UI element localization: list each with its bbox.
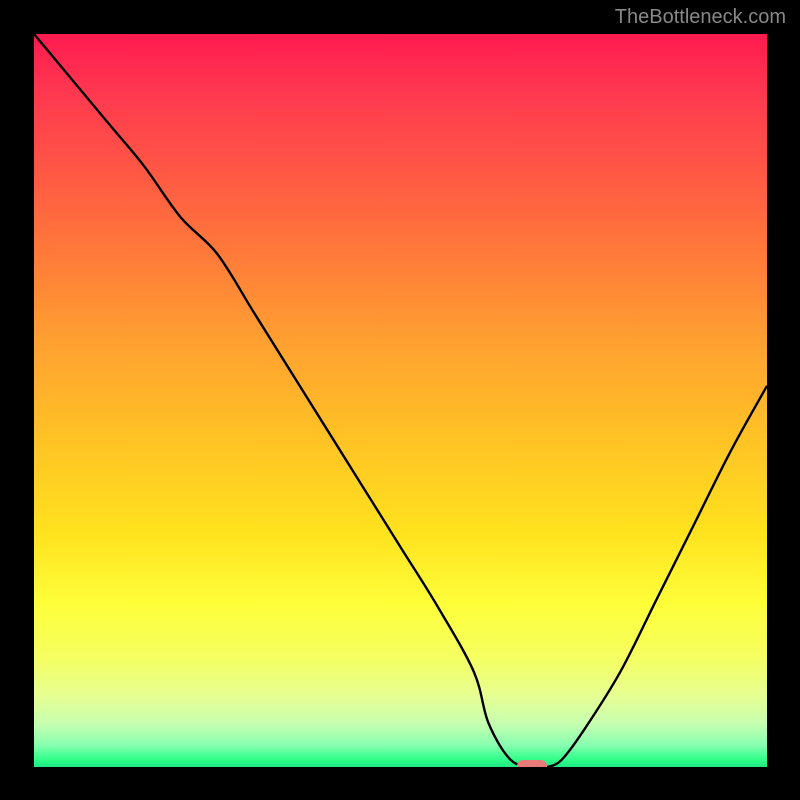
optimal-point-marker	[517, 760, 547, 767]
chart-plot-area	[34, 34, 767, 767]
attribution-text: TheBottleneck.com	[615, 6, 786, 29]
chart-background-gradient	[34, 34, 767, 767]
